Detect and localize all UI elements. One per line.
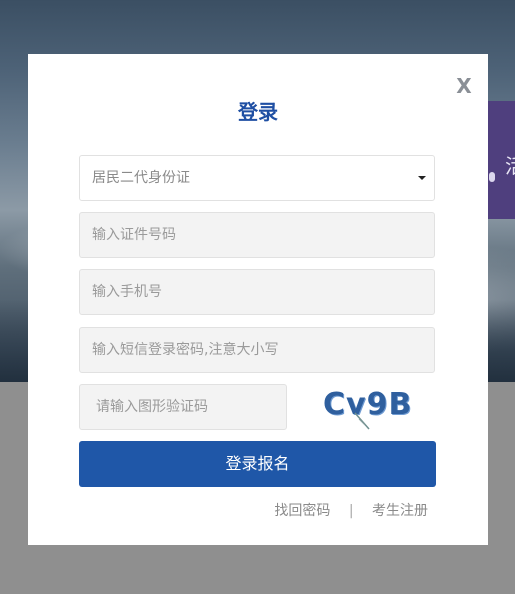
captcha-image[interactable]: Cv9B [319, 385, 419, 431]
id-type-selected-value: 居民二代身份证 [92, 170, 190, 186]
id-type-select[interactable]: 居民二代身份证 [79, 155, 435, 201]
chevron-down-icon [418, 176, 426, 180]
modal-title: 登录 [238, 100, 278, 124]
background-banner-text: 活 [505, 150, 515, 179]
captcha-placeholder: 请输入图形验证码 [96, 399, 208, 415]
login-submit-button[interactable]: 登录报名 [79, 441, 436, 487]
footer-links: 找回密码 | 考生注册 [28, 500, 428, 520]
forgot-password-link[interactable]: 找回密码 [274, 500, 330, 520]
link-separator: | [348, 503, 354, 519]
register-link[interactable]: 考生注册 [372, 500, 428, 520]
id-number-input[interactable]: 输入证件号码 [79, 212, 435, 258]
close-button[interactable]: X [454, 74, 474, 98]
login-modal: X 登录 居民二代身份证 输入证件号码 输入手机号 输入短信登录密码,注意大小写… [28, 54, 488, 545]
id-number-placeholder: 输入证件号码 [92, 227, 176, 243]
sms-password-placeholder: 输入短信登录密码,注意大小写 [92, 342, 279, 358]
captcha-noise-icon [354, 412, 370, 430]
phone-placeholder: 输入手机号 [92, 284, 162, 300]
background-banner-icon [489, 172, 495, 182]
sms-password-input[interactable]: 输入短信登录密码,注意大小写 [79, 327, 435, 373]
captcha-input[interactable]: 请输入图形验证码 [79, 384, 287, 430]
phone-input[interactable]: 输入手机号 [79, 269, 435, 315]
